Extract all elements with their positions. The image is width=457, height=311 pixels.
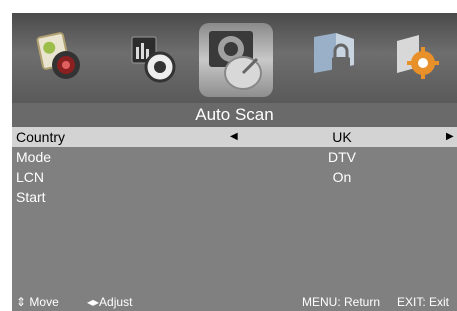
setup-icon[interactable] — [387, 27, 449, 89]
menu-icon-bar — [12, 13, 457, 103]
menu-title: Auto Scan — [12, 103, 457, 127]
setting-label: Country — [16, 129, 66, 145]
tv-osd-menu: Auto Scan Country ◀ UK ▶ Mode DTV LCN On… — [12, 13, 457, 311]
setting-label: Start — [16, 189, 46, 205]
settings-list: Country ◀ UK ▶ Mode DTV LCN On Start — [12, 127, 457, 294]
hint-bar: ⇕ Move ◂▸Adjust MENU: Return EXIT: Exit — [12, 294, 457, 311]
left-arrow-icon[interactable]: ◀ — [230, 127, 238, 147]
menu-return-hint: MENU: Return — [302, 295, 381, 309]
setting-row-mode[interactable]: Mode DTV — [12, 147, 457, 167]
move-hint: ⇕ Move — [16, 295, 59, 309]
picture-icon[interactable] — [30, 27, 92, 89]
setting-value: On — [332, 169, 352, 185]
lock-icon[interactable] — [302, 27, 364, 89]
setting-value: DTV — [328, 149, 356, 165]
right-arrow-icon[interactable]: ▶ — [446, 127, 454, 147]
adjust-hint: ◂▸Adjust — [87, 295, 133, 309]
setting-label: LCN — [16, 169, 45, 185]
left-right-arrow-icon: ◂▸ — [87, 295, 100, 309]
channel-icon[interactable] — [199, 23, 273, 97]
up-down-arrow-icon: ⇕ — [16, 295, 27, 309]
setting-value: UK — [332, 129, 352, 145]
setting-row-start[interactable]: Start — [12, 187, 457, 207]
exit-hint: EXIT: Exit — [397, 295, 450, 309]
setting-row-country[interactable]: Country ◀ UK ▶ — [12, 127, 457, 147]
sound-icon[interactable] — [122, 27, 184, 89]
setting-row-lcn[interactable]: LCN On — [12, 167, 457, 187]
setting-label: Mode — [16, 149, 52, 165]
